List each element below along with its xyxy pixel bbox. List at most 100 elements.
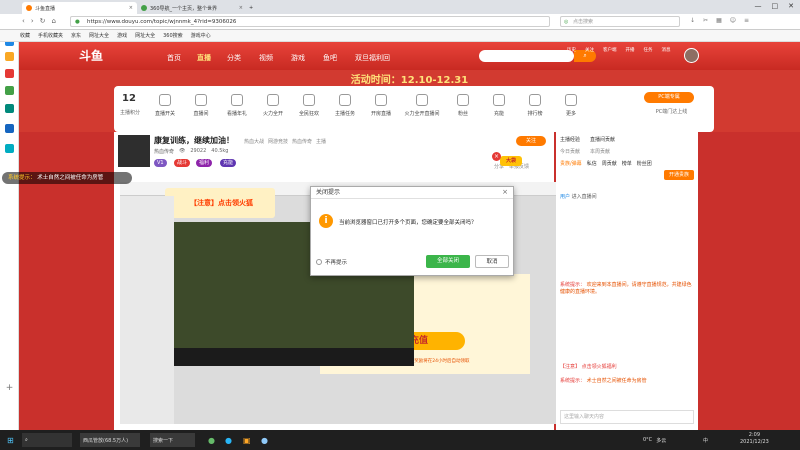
bookmark-item[interactable]: 游戏 xyxy=(117,32,127,39)
bookmark-item[interactable]: 网址大全 xyxy=(135,32,155,39)
tab-week[interactable]: 本周贡献 xyxy=(590,148,610,155)
follow-icon[interactable]: 关注 xyxy=(585,47,594,53)
douyu-logo[interactable]: 斗鱼 xyxy=(79,46,149,66)
dialog-close-icon[interactable]: × xyxy=(502,188,508,196)
tab-rank[interactable]: 榜单 xyxy=(622,160,632,167)
nav-game[interactable]: 游戏 xyxy=(291,53,305,63)
cat-item-0[interactable]: 直播开关 xyxy=(150,94,180,117)
bag-badge[interactable]: 大袋 xyxy=(500,156,522,166)
cat-item-8[interactable]: 粉丝 xyxy=(448,94,478,117)
360-browser-icon[interactable]: ● xyxy=(205,433,218,447)
cat-item-1[interactable]: 直播间 xyxy=(186,94,216,117)
nav-yuba[interactable]: 鱼吧 xyxy=(323,53,337,63)
tray-weather[interactable]: 0°C 多云 xyxy=(640,433,669,447)
tab-anchor-exp[interactable]: 主播经验 xyxy=(560,136,580,143)
cat-item-3[interactable]: 火力全开 xyxy=(258,94,288,117)
avatar[interactable] xyxy=(684,48,699,63)
user-icon[interactable]: ☺ xyxy=(730,17,736,24)
close-window-icon[interactable]: ✕ xyxy=(788,2,794,10)
pc-promo-button[interactable]: PC端专属 xyxy=(644,92,694,103)
cat-item-9[interactable]: 充能 xyxy=(484,94,514,117)
start-icon[interactable]: ⊞ xyxy=(4,433,17,447)
maximize-icon[interactable]: □ xyxy=(772,2,779,10)
follow-button[interactable]: 关注 xyxy=(516,136,546,146)
back-icon[interactable]: ‹ xyxy=(22,17,25,25)
game-icon[interactable] xyxy=(5,86,14,95)
bookmark-item[interactable]: 收藏 xyxy=(20,32,30,39)
badge-welfare: 福利 xyxy=(196,159,213,167)
site-search-input[interactable] xyxy=(479,50,574,62)
checkbox-icon[interactable] xyxy=(316,259,322,265)
chat-input[interactable]: 这里输入聊天内容 xyxy=(560,410,694,424)
cat-item-6[interactable]: 开房直播 xyxy=(366,94,396,117)
share-icon[interactable] xyxy=(5,144,14,153)
video-icon[interactable] xyxy=(5,69,14,78)
nav-live[interactable]: 直播 xyxy=(197,53,211,63)
nav-video[interactable]: 视频 xyxy=(259,53,273,63)
history-icon[interactable]: 历史 xyxy=(567,47,576,53)
tab-noble[interactable]: 贵族/弹幕 xyxy=(560,160,582,167)
cat-item-10[interactable]: 排行榜 xyxy=(520,94,550,117)
tab-pm[interactable]: 私信 xyxy=(587,160,597,167)
cat-item-11[interactable]: 更多 xyxy=(556,94,586,117)
close-icon[interactable]: × xyxy=(129,5,133,11)
streamer-avatar[interactable] xyxy=(118,135,150,167)
close-icon[interactable]: × xyxy=(239,5,243,11)
cat-item-4[interactable]: 全民狂欢 xyxy=(294,94,324,117)
menu-icon[interactable]: ≡ xyxy=(744,17,749,24)
nav-double-event[interactable]: 双旦福利回 xyxy=(355,53,390,63)
site-header: 斗鱼 首页 直播 分类 视频 游戏 鱼吧 双旦福利回 ⌕ 历史 关注 客户端 开… xyxy=(19,42,800,70)
edge-icon[interactable]: ● xyxy=(222,433,235,447)
forward-icon[interactable]: › xyxy=(31,17,34,25)
cat-item-7[interactable]: 火力全开直播间 xyxy=(402,94,442,117)
folder-icon[interactable]: ▣ xyxy=(240,433,254,447)
tool-icon[interactable] xyxy=(5,104,14,113)
minimize-icon[interactable]: — xyxy=(755,2,762,10)
tab-week-contrib[interactable]: 周贡献 xyxy=(602,160,617,167)
refresh-icon[interactable]: ↻ xyxy=(40,17,46,25)
cut-icon[interactable]: ✂ xyxy=(703,17,708,24)
tab-360[interactable]: 360导航_一个主页，整个世界 × xyxy=(137,2,247,14)
close-promo-icon[interactable]: × xyxy=(492,152,501,161)
url-input[interactable]: ● https://www.douyu.com/topic/wjnnmk_4?r… xyxy=(70,16,550,27)
taskbar-search[interactable]: ⌕ xyxy=(22,433,72,447)
home-icon[interactable]: ⌂ xyxy=(52,17,56,25)
cancel-button[interactable]: 取消 xyxy=(475,255,509,268)
url-text: https://www.douyu.com/topic/wjnnmk_4?rid… xyxy=(87,19,237,25)
tray-clock[interactable]: 2:09 2021/12/23 xyxy=(740,432,769,446)
nav-category[interactable]: 分类 xyxy=(227,53,241,63)
client-icon[interactable]: 客户端 xyxy=(603,47,617,53)
download-icon[interactable]: ↓ xyxy=(690,17,695,24)
attention-banner[interactable]: 【注意】点击领火狐 xyxy=(165,188,275,218)
game-name[interactable]: 热血传奇 xyxy=(154,148,174,155)
tray-ime[interactable]: 中 xyxy=(700,433,711,447)
tab-fans[interactable]: 粉丝团 xyxy=(637,160,652,167)
cat-item-5[interactable]: 主播任务 xyxy=(330,94,360,117)
cat-item-2[interactable]: 看播年礼 xyxy=(222,94,252,117)
bookmark-item[interactable]: 京东 xyxy=(71,32,81,39)
broadcast-icon[interactable]: 开播 xyxy=(626,47,635,53)
confirm-close-button[interactable]: 全部关闭 xyxy=(426,255,470,268)
tab-contribution[interactable]: 直播间贡献 xyxy=(590,136,615,143)
steam-icon[interactable]: ● xyxy=(258,433,271,447)
nav-home[interactable]: 首页 xyxy=(167,53,181,63)
search-input[interactable]: ◎ 点击搜索 xyxy=(560,16,680,27)
task-icon[interactable]: 任务 xyxy=(644,47,653,53)
grid-icon[interactable]: ▦ xyxy=(716,17,722,24)
bookmark-item[interactable]: 手机收藏夹 xyxy=(38,32,63,39)
taskbar-item-1[interactable]: 搜索一下 xyxy=(150,433,195,447)
message-icon[interactable]: 消息 xyxy=(662,47,671,53)
add-icon[interactable]: + xyxy=(5,384,14,393)
open-noble-button[interactable]: 开通贵族 xyxy=(664,170,694,180)
tab-today[interactable]: 今日贡献 xyxy=(560,148,580,155)
no-remind-checkbox[interactable]: 不再提示 xyxy=(316,258,347,266)
favorite-icon[interactable] xyxy=(5,52,14,61)
tab-douyu[interactable]: 斗鱼直播 × xyxy=(22,2,137,14)
chat-icon[interactable] xyxy=(5,124,14,133)
bookmark-item[interactable]: 360搜索 xyxy=(163,32,183,39)
bookmark-item[interactable]: 游戏中心 xyxy=(191,32,211,39)
taskbar-item-0[interactable]: 西瓜管放(68.5万人) xyxy=(80,433,140,447)
bookmark-item[interactable]: 网址大全 xyxy=(89,32,109,39)
activity-time: 活动时间：12.10-12.31 xyxy=(350,74,469,86)
new-tab-button[interactable]: + xyxy=(249,2,259,14)
